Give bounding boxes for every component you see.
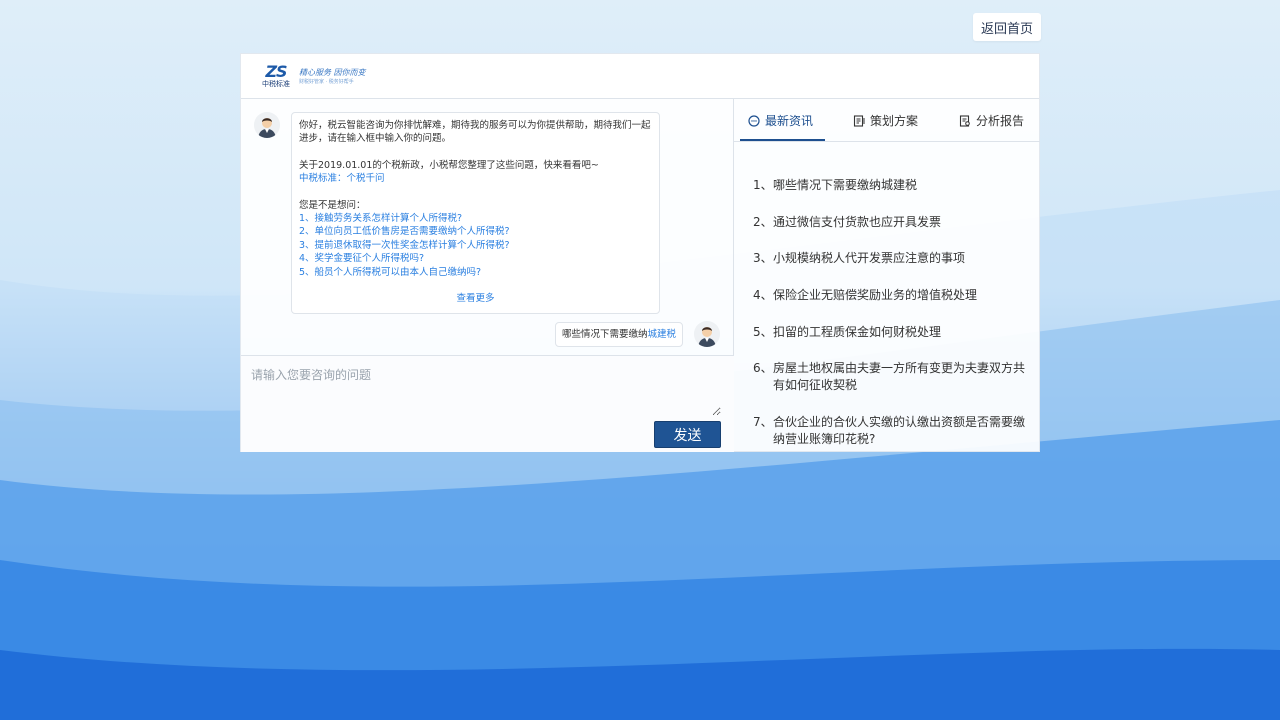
consult-panel: ZS 中税标准 精心服务 因你而变 财税好管家 · 税务好帮手 你好，税云智能咨… [240,53,1040,452]
news-title: 保险企业无赔偿奖励业务的增值税处理 [773,288,978,302]
news-number: 1、 [753,178,773,192]
message-icon [748,114,760,127]
news-number: 5、 [753,325,773,339]
logo-letters: ZS [265,61,287,81]
tab-reports[interactable]: 分析报告 [959,99,1024,142]
tab-latest-news[interactable]: 最新资讯 [748,99,813,142]
tab-label: 最新资讯 [765,114,814,128]
news-number: 3、 [753,251,773,265]
tab-label: 分析报告 [976,114,1025,128]
news-title: 扣留的工程质保金如何财税处理 [773,325,942,339]
user-message: 哪些情况下需要缴纳 城建税 [555,322,684,347]
bot-greeting: 你好，税云智能咨询为你排忧解难，期待我的服务可以为你提供帮助，期待我们一起进步，… [299,120,651,145]
bot-avatar [254,112,280,138]
logo-mark: ZS 中税标准 [259,61,293,89]
news-item[interactable]: 4、 保险企业无赔偿奖励业务的增值税处理 [753,287,1033,304]
policy-link[interactable]: 中税标准：个税千问 [299,172,652,185]
suggestion-link[interactable]: 4、奖学金要征个人所得税吗? [299,252,652,265]
news-number: 6、 [753,361,773,375]
home-button[interactable]: 返回首页 [973,13,1041,41]
news-number: 4、 [753,288,773,302]
suggestion-link[interactable]: 3、提前退休取得一次性奖金怎样计算个人所得税? [299,239,652,252]
suggestion-link[interactable]: 2、单位向员工低价售房是否需要缴纳个人所得税? [299,225,652,238]
news-number: 2、 [753,215,773,229]
news-item[interactable]: 2、 通过微信支付货款也应开具发票 [753,214,1033,231]
bot-policy-intro: 关于2019.01.01的个税新政，小税帮您整理了这些问题，快来看看吧~ [299,159,599,171]
document-icon [853,114,865,127]
tab-label: 策划方案 [870,114,919,128]
slogan-line-1: 精心服务 因你而变 [299,67,366,77]
user-message-text: 哪些情况下需要缴纳 [562,328,648,340]
message-list[interactable]: 你好，税云智能咨询为你排忧解难，期待我的服务可以为你提供帮助，期待我们一起进步，… [241,99,734,355]
tab-bar: 最新资讯 策划方案 分析报告 [734,99,1040,142]
chat-area: 你好，税云智能咨询为你排忧解难，期待我的服务可以为你提供帮助，期待我们一起进步，… [241,99,734,452]
news-item[interactable]: 7、 合伙企业的合伙人实缴的认缴出资额是否需要缴纳营业账簿印花税? [753,414,1033,448]
send-button[interactable]: 发送 [654,421,721,448]
tab-plans[interactable]: 策划方案 [853,99,918,142]
active-tab-indicator [740,139,825,141]
news-title: 房屋土地权属由夫妻一方所有变更为夫妻双方共有如何征收契税 [773,361,1026,392]
info-sidebar: 最新资讯 策划方案 分析报告 1、 哪些情况下需要缴纳城建税 2、 通过微信支付… [734,99,1040,452]
report-icon [959,114,970,127]
see-more-link[interactable]: 查看更多 [292,292,659,305]
news-title: 小规模纳税人代开发票应注意的事项 [773,251,966,265]
logo: ZS 中税标准 精心服务 因你而变 财税好管家 · 税务好帮手 [259,61,366,89]
bot-message: 你好，税云智能咨询为你排忧解难，期待我的服务可以为你提供帮助，期待我们一起进步，… [291,112,660,314]
news-title: 哪些情况下需要缴纳城建税 [773,178,918,192]
question-input[interactable] [251,366,721,416]
news-title: 通过微信支付货款也应开具发票 [773,215,942,229]
suggestion-link[interactable]: 5、船员个人所得税可以由本人自己缴纳吗? [299,266,652,279]
slogan-line-2: 财税好管家 · 税务好帮手 [299,78,354,85]
suggest-title: 您是不是想问： [299,199,366,211]
news-number: 7、 [753,415,773,429]
logo-slogan: 精心服务 因你而变 财税好管家 · 税务好帮手 [299,67,366,86]
news-item[interactable]: 3、 小规模纳税人代开发票应注意的事项 [753,250,1033,267]
user-message-keyword[interactable]: 城建税 [648,328,677,341]
news-item[interactable]: 6、 房屋土地权属由夫妻一方所有变更为夫妻双方共有如何征收契税 [753,360,1033,394]
panel-header: ZS 中税标准 精心服务 因你而变 财税好管家 · 税务好帮手 [241,54,1039,99]
input-area: 发送 [241,355,734,452]
news-title: 合伙企业的合伙人实缴的认缴出资额是否需要缴纳营业账簿印花税? [773,415,1026,446]
news-list: 1、 哪些情况下需要缴纳城建税 2、 通过微信支付货款也应开具发票 3、 小规模… [734,142,1040,452]
news-item[interactable]: 5、 扣留的工程质保金如何财税处理 [753,324,1033,341]
logo-name: 中税标准 [262,79,290,88]
news-item[interactable]: 1、 哪些情况下需要缴纳城建税 [753,177,1033,194]
suggestion-link[interactable]: 1、接触劳务关系怎样计算个人所得税? [299,212,652,225]
user-avatar [694,321,720,347]
